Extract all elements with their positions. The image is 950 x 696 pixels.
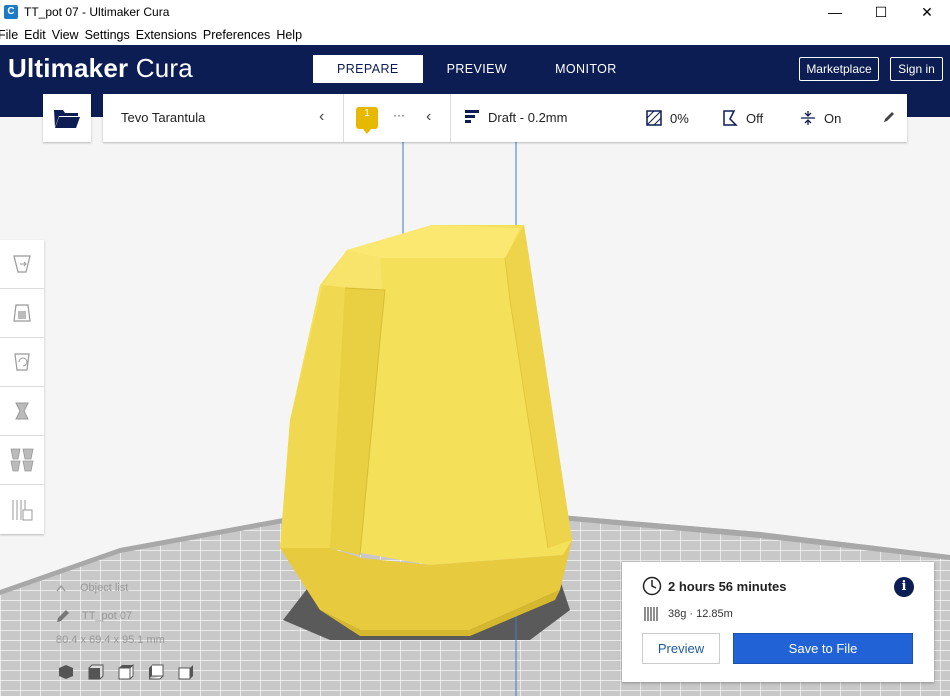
infill-setting[interactable]: 0%: [646, 110, 689, 126]
tool-sidebar: [0, 240, 44, 534]
adhesion-setting[interactable]: On: [800, 110, 841, 126]
printer-collapse-chevron-icon[interactable]: ‹: [319, 108, 324, 126]
support-setting[interactable]: Off: [722, 110, 763, 126]
move-icon: [13, 255, 31, 273]
tab-monitor[interactable]: MONITOR: [531, 55, 641, 83]
clock-icon: [642, 576, 662, 596]
rotate-icon: [14, 353, 30, 371]
support-blocker-button[interactable]: [0, 485, 44, 534]
object-name: TT_pot 07: [82, 610, 133, 622]
object-list: Object list TT_pot 07 80.4 x 69.4 x 95.1…: [56, 580, 165, 648]
view-orientation-buttons: [58, 663, 208, 680]
chevron-up-icon: [56, 584, 66, 592]
material-more[interactable]: ···: [393, 108, 405, 122]
printer-selector[interactable]: Tevo Tarantula: [121, 110, 205, 125]
object-list-label: Object list: [80, 582, 129, 594]
pencil-icon: [57, 610, 69, 622]
close-button[interactable]: ✕: [904, 0, 950, 24]
menu-file[interactable]: File: [0, 28, 18, 42]
print-profile-selector[interactable]: Draft - 0.2mm: [488, 110, 567, 125]
view-right-icon[interactable]: [178, 664, 194, 680]
signin-button[interactable]: Sign in: [890, 57, 943, 81]
view-top-icon[interactable]: [118, 663, 134, 680]
object-name-row[interactable]: TT_pot 07: [56, 608, 165, 624]
move-tool-button[interactable]: [0, 240, 44, 289]
support-value: Off: [746, 110, 764, 126]
maximize-button[interactable]: ☐: [858, 0, 904, 24]
tab-prepare[interactable]: PREPARE: [313, 55, 423, 83]
menu-help[interactable]: Help: [276, 28, 302, 42]
brand-product: Cura: [135, 53, 193, 83]
infill-value: 0%: [670, 110, 689, 126]
save-to-file-button[interactable]: Save to File: [733, 633, 913, 664]
menu-extensions[interactable]: Extensions: [136, 28, 197, 42]
material-extruder-badge[interactable]: 1: [356, 107, 378, 134]
brand-name: Ultimaker: [8, 53, 129, 83]
folder-icon: [54, 110, 80, 128]
adhesion-icon: [801, 111, 815, 125]
menu-view[interactable]: View: [52, 28, 79, 42]
view-left-icon[interactable]: [148, 664, 164, 680]
support-blocker-icon: [12, 499, 33, 520]
view-front-icon[interactable]: [88, 664, 104, 680]
mirror-icon: [15, 402, 29, 420]
print-time: 2 hours 56 minutes: [668, 578, 787, 594]
rotate-tool-button[interactable]: [0, 338, 44, 387]
material-usage: 38g · 12.85m: [668, 608, 733, 620]
view-3d-icon[interactable]: [58, 664, 74, 680]
object-dimensions: 80.4 x 69.4 x 95.1 mm: [56, 634, 165, 646]
support-icon: [723, 110, 738, 126]
mirror-tool-button[interactable]: [0, 387, 44, 436]
scale-icon: [13, 304, 31, 322]
scale-tool-button[interactable]: [0, 289, 44, 338]
menu-preferences[interactable]: Preferences: [203, 28, 270, 42]
adhesion-value: On: [824, 110, 842, 126]
spool-icon: [644, 607, 658, 621]
stage-tabs: PREPARE PREVIEW MONITOR: [313, 55, 641, 83]
print-setup-panel: Tevo Tarantula ‹ 1 ··· ‹ Draft - 0.2mm 0…: [103, 94, 907, 142]
window-title-bar: C TT_pot 07 - Ultimaker Cura — ☐ ✕: [0, 0, 950, 24]
preview-button[interactable]: Preview: [642, 633, 720, 664]
object-list-toggle[interactable]: Object list: [56, 580, 165, 596]
tab-preview[interactable]: PREVIEW: [423, 55, 531, 83]
cura-app-icon: C: [4, 5, 18, 19]
open-file-button[interactable]: [43, 94, 91, 142]
per-model-settings-button[interactable]: [0, 436, 44, 485]
edit-pencil-icon[interactable]: [883, 111, 895, 123]
window-title: TT_pot 07 - Ultimaker Cura: [24, 5, 170, 19]
minimize-button[interactable]: —: [812, 0, 858, 24]
menu-edit[interactable]: Edit: [24, 28, 46, 42]
model-tt-pot[interactable]: [280, 225, 572, 636]
per-model-settings-icon: [10, 448, 34, 472]
material-collapse-chevron-icon[interactable]: ‹: [426, 108, 431, 126]
menu-settings[interactable]: Settings: [85, 28, 130, 42]
profile-icon: [465, 110, 479, 123]
menu-bar: File Edit View Settings Extensions Prefe…: [0, 24, 950, 45]
marketplace-button[interactable]: Marketplace: [799, 57, 879, 81]
infill-icon: [646, 110, 662, 126]
brand-logo: Ultimaker Cura: [8, 53, 193, 84]
print-info-panel: 2 hours 56 minutes i 38g · 12.85m Previe…: [622, 562, 934, 682]
info-icon[interactable]: i: [894, 577, 914, 597]
